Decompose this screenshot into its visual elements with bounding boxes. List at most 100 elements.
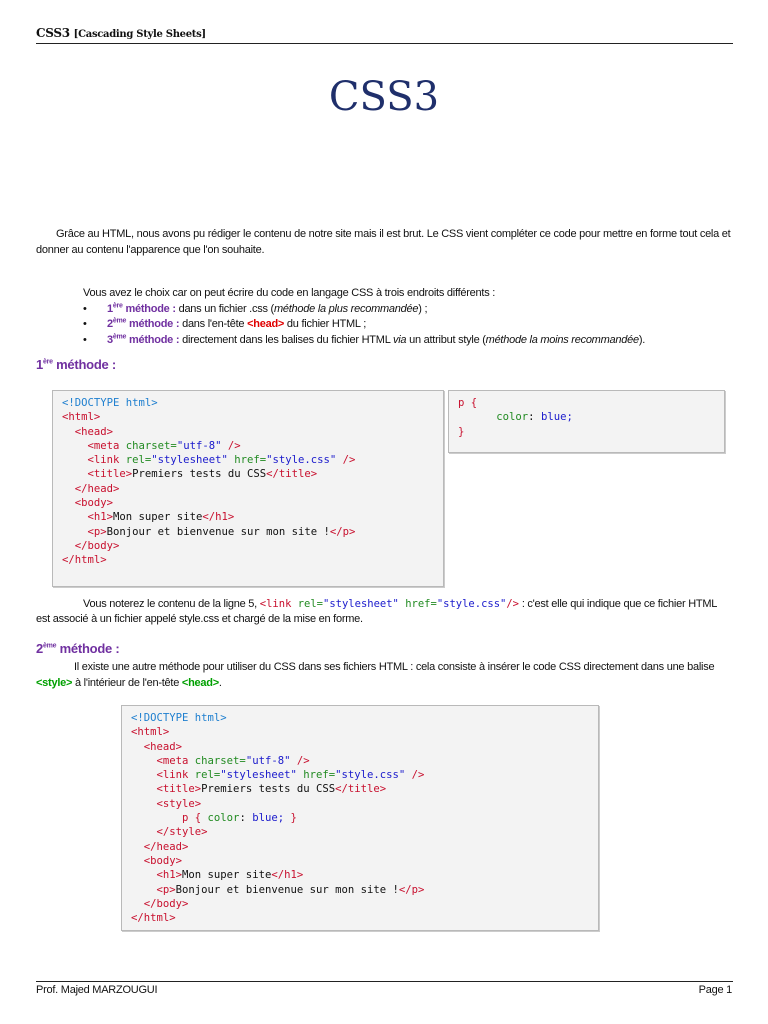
running-header: CSS3 [Cascading Style Sheets] [36, 26, 206, 40]
code-token-tag: </p> [398, 883, 425, 896]
code-line: </style> [131, 825, 589, 839]
header-subtitle: [Cascading Style Sheets] [73, 29, 207, 40]
code-token-tag: </html> [62, 554, 107, 567]
code-token-tag: <p> [131, 883, 176, 896]
code-token-tag: <h1> [131, 869, 183, 882]
code-token-txt: Mon super site [113, 511, 203, 524]
code-line: <title>Premiers tests du CSS</title> [62, 467, 434, 481]
code-token-tag: } [290, 812, 297, 825]
code-token-tag: </h1> [202, 511, 235, 524]
code-token-tag: </body> [131, 897, 189, 910]
heading-method-2: 2ème méthode : [36, 641, 120, 656]
code-token-tag: <body> [62, 497, 114, 510]
code-token-txt: Bonjour et bienvenue sur mon site ! [175, 883, 399, 896]
document-title: CSS3 [328, 74, 440, 120]
code-token-tag: /> [221, 439, 241, 452]
code-token-doc: <!DOCTYPE html> [131, 712, 227, 724]
code-token-tag: <link [62, 454, 126, 467]
list-item: 2ème méthode : dans l'en-tête <head> du … [83, 317, 733, 333]
code-token-tag: </html> [131, 912, 176, 925]
code-block-html-style: <!DOCTYPE html> <html> <head> <meta chars… [121, 705, 599, 931]
header-rule [36, 43, 733, 44]
code-token-tag: <link [131, 769, 195, 782]
footer-rule [36, 981, 733, 982]
code-token-txt: Premiers tests du CSS [132, 468, 267, 481]
list-item: 3ème méthode : directement dans les bali… [83, 333, 733, 349]
code-token-tag: </body> [62, 539, 120, 552]
code-token-tag: <html> [131, 726, 170, 739]
code-token-txt: Mon super site [182, 869, 272, 882]
code-token-tag: <title> [131, 783, 202, 796]
code-token-attr: href= [296, 769, 336, 782]
code-line: } [458, 425, 715, 439]
code-token-doc: <!DOCTYPE html> [62, 397, 158, 409]
header-title: CSS3 [36, 26, 70, 40]
code-token-val: "utf-8" [176, 439, 222, 452]
code-line: p { [458, 396, 715, 410]
code-line: <link rel="stylesheet" href="style.css" … [62, 453, 434, 467]
code-line: <p>Bonjour et bienvenue sur mon site !</… [131, 883, 589, 897]
code-token-attr: charset= [194, 754, 246, 767]
code-line: <html> [62, 410, 434, 424]
code-token-tag: </title> [266, 468, 318, 481]
code-line: <meta charset="utf-8" /> [131, 754, 589, 768]
code-token-attr: href= [227, 454, 267, 467]
code-line: p { color: blue; } [131, 811, 589, 825]
code-token-tag: </p> [329, 525, 356, 538]
code-line: <head> [62, 425, 434, 439]
code-token-attr: color [207, 812, 240, 825]
code-line: <head> [131, 740, 589, 754]
code-line: <!DOCTYPE html> [131, 711, 589, 725]
code-token-attr: rel= [194, 769, 221, 782]
note-paragraph: Vous noterez le contenu de la ligne 5, <… [36, 598, 717, 625]
code-token-tag: p { [458, 397, 478, 409]
choice-section: Vous avez le choix car on peut écrire du… [83, 286, 733, 348]
code-line: </head> [62, 482, 434, 496]
code-block-css: p { color: blue;} [448, 390, 725, 453]
code-line: <meta charset="utf-8" /> [62, 439, 434, 453]
code-token-txt: Bonjour et bienvenue sur mon site ! [106, 525, 330, 538]
code-token-val: "utf-8" [245, 754, 291, 767]
code-token-tag: <meta [62, 439, 126, 452]
code-token-val: blue; [252, 812, 291, 825]
code-token-tag: <p> [62, 525, 107, 538]
method-list: 1ère méthode : dans un fichier .css (mét… [83, 302, 733, 349]
heading-method-1: 1ère méthode : [36, 357, 116, 372]
code-token-tag: /> [405, 769, 425, 782]
code-token-tag: /> [336, 454, 356, 467]
code-token-tag: <meta [131, 754, 195, 767]
code-token-val: blue; [540, 411, 573, 424]
code-line: </head> [131, 840, 589, 854]
choice-lead: Vous avez le choix car on peut écrire du… [83, 287, 496, 299]
code-token-attr: color [458, 411, 529, 424]
code-line: <style> [131, 797, 589, 811]
code-token-tag: <head> [62, 425, 114, 438]
code-line: <h1>Mon super site</h1> [131, 868, 589, 882]
code-token-attr: rel= [125, 454, 152, 467]
code-token-val: "style.css" [335, 769, 406, 782]
code-token-tag: <html> [62, 411, 101, 424]
code-token-tag: <style> [131, 797, 202, 810]
code-token-tag: </head> [131, 840, 189, 853]
code-block-html: <!DOCTYPE html> <html> <head> <meta chars… [52, 390, 444, 587]
code-line: <html> [131, 725, 589, 739]
code-token-tag: </head> [62, 482, 120, 495]
code-line: <p>Bonjour et bienvenue sur mon site !</… [62, 525, 434, 539]
code-line: <body> [62, 496, 434, 510]
footer-page-number: Page 1 [698, 984, 733, 996]
code-line: <body> [131, 854, 589, 868]
code-token-tag: </h1> [271, 869, 304, 882]
code-token-tag: <title> [62, 468, 133, 481]
code-line: </html> [131, 911, 589, 925]
code-line: </html> [62, 553, 434, 567]
list-item: 1ère méthode : dans un fichier .css (mét… [83, 302, 733, 318]
code-line: <link rel="stylesheet" href="style.css" … [131, 768, 589, 782]
code-token-attr: charset= [125, 439, 177, 452]
code-line: color: blue; [458, 410, 715, 424]
intro-paragraph: Grâce au HTML, nous avons pu rédiger le … [36, 228, 731, 256]
code-token-tag: <head> [131, 740, 183, 753]
code-token-tag: p { [131, 812, 208, 825]
method-2-paragraph: Il existe une autre méthode pour utilise… [36, 661, 715, 689]
code-line: <title>Premiers tests du CSS</title> [131, 782, 589, 796]
code-line: <h1>Mon super site</h1> [62, 510, 434, 524]
